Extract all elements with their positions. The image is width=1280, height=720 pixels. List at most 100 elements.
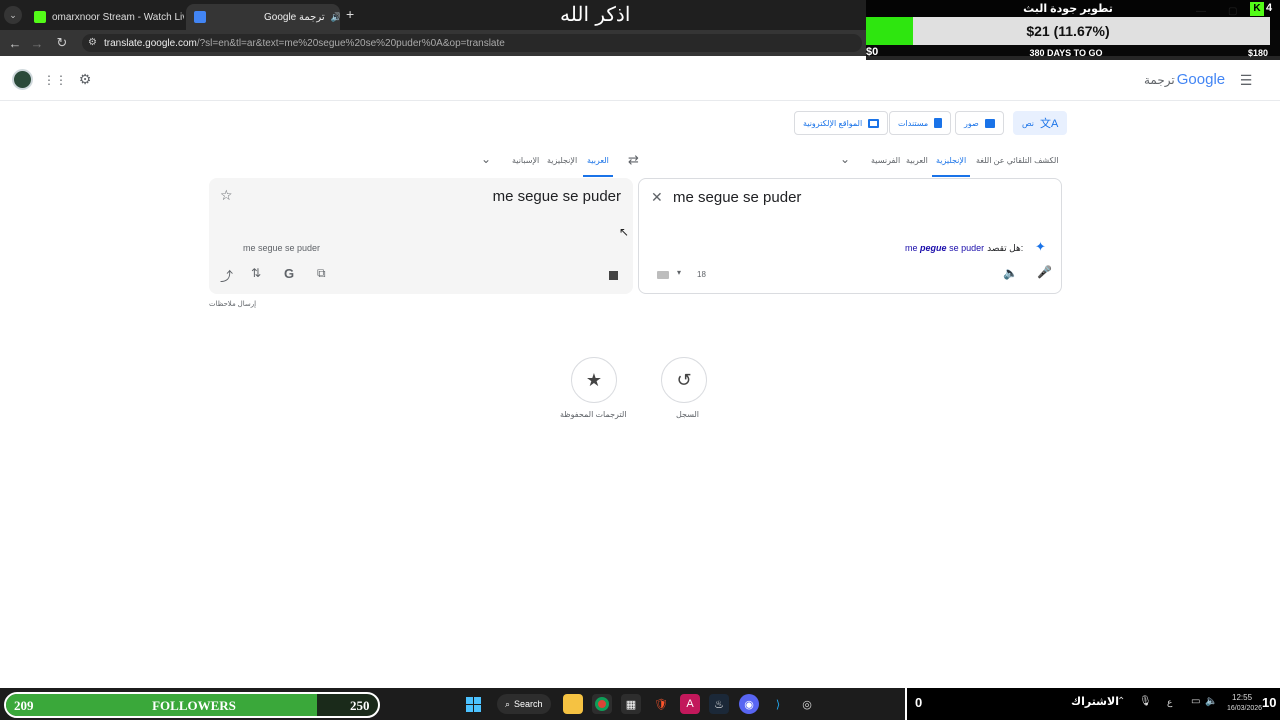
tray-chevron-icon[interactable]: ⌃ [1117,696,1125,707]
source-lang-dropdown-icon[interactable]: ⌄ [840,152,850,166]
stream-goal-overlay: تطوير جودة البث K 4 $21 (11.67%) $0 380 … [866,0,1280,60]
target-lang-english[interactable]: الإنجليزية [547,156,577,165]
menu-icon[interactable]: ☰ [1238,72,1254,88]
saved-translations-label: الترجمات المحفوظة [560,410,627,419]
swap-languages-icon[interactable]: ⇄ [628,152,639,168]
mode-text-label: نص [1022,118,1035,128]
settings-gear-icon[interactable]: ⚙ [76,70,94,88]
subs-label: الاشتراك [1071,696,1119,708]
app-a-icon[interactable]: A [680,694,700,714]
mode-documents-label: مستندات [898,118,929,128]
share-icon[interactable]: ⤴ [220,266,233,285]
history-icon: ↺ [676,369,692,390]
followers-goal-bar: 209 FOLLOWERS 250 [4,692,380,718]
google-logo: Google [1176,71,1226,88]
send-feedback-link[interactable]: إرسال ملاحظات [209,300,256,308]
account-avatar[interactable] [12,69,33,90]
tab-title: omarxnoor Stream - Watch Live [52,11,184,23]
tab-kick-stream[interactable]: omarxnoor Stream - Watch Live ✕ [26,4,184,30]
copy-icon[interactable]: ⧉ [317,266,326,281]
dhikr-overlay: اذكر الله [560,2,631,26]
target-lang-arabic[interactable]: العربية [587,156,609,165]
file-explorer-icon[interactable] [563,694,583,714]
site-info-icon[interactable]: ⚙ [88,37,97,48]
input-language[interactable]: ع [1167,697,1172,708]
clock-date[interactable]: 16/03/2026 [1227,705,1262,712]
steam-icon[interactable]: ♨ [709,694,729,714]
google-search-icon[interactable]: G [284,266,294,281]
source-lang-english[interactable]: الإنجليزية [936,156,966,165]
vscode-icon[interactable]: ⟩ [768,694,788,714]
kick-logo: K [1250,2,1264,16]
history-button[interactable]: ↺ [661,357,707,403]
suggestion-text[interactable]: me pegue se puder [905,243,984,254]
obs-icon[interactable]: ◎ [797,694,817,714]
discord-icon[interactable]: ◉ [739,694,759,714]
windows-logo-icon [465,696,481,712]
stop-audio-icon[interactable] [609,271,618,280]
subs-goal: 10 [1262,695,1277,710]
character-count: 18 [697,270,706,279]
new-tab-button[interactable]: + [346,6,354,22]
mode-text-button[interactable]: نص 文A [1013,111,1068,135]
taskbar-search[interactable]: ⌕ Search [497,694,551,714]
microphone-icon[interactable]: 🎤 [1037,265,1052,279]
clear-text-icon[interactable]: ✕ [651,189,663,206]
input-tools-dropdown-icon[interactable]: ▾ [677,268,681,277]
translated-text: me segue se puder [492,188,621,205]
sparkle-icon: ✦ [1035,239,1046,254]
audio-icon[interactable]: 🔊 [331,12,340,23]
rate-translation-icon[interactable]: ⇅ [251,266,261,280]
source-lang-french[interactable]: الفرنسية [871,156,900,165]
reload-button[interactable]: ↻ [53,34,71,52]
source-text-input[interactable]: me segue se puder [673,189,801,206]
search-label: Search [514,699,543,709]
did-you-mean-label: هل تقصد: [987,243,1024,253]
tab-search-button[interactable]: ⌄ [4,6,22,24]
volume-icon[interactable]: 🔈 [1205,696,1217,707]
did-you-mean[interactable]: me pegue se puder هل تقصد: [905,243,1023,254]
website-icon [868,118,880,128]
brave-icon[interactable]: 🛡 [651,694,671,714]
followers-label: FOLLOWERS [152,698,236,713]
goal-title: تطوير جودة البث [1023,3,1113,15]
history-label: السجل [676,410,700,419]
translation-panel: ☆ me segue se puder me segue se puder ⤴ … [209,178,633,294]
mode-documents-button[interactable]: مستندات [889,111,952,135]
mode-images-button[interactable]: صور [955,111,1004,135]
saved-translations-button[interactable]: ★ [571,357,617,403]
source-lang-underline [932,175,970,177]
search-icon: ⌕ [505,698,511,709]
url-host: translate.google.com [104,37,197,49]
apps-grid-icon[interactable]: ⋮⋮ [43,71,67,89]
address-bar[interactable]: ⚙ translate.google.com/?sl=en&tl=ar&text… [82,34,862,52]
translate-favicon-icon [194,11,206,23]
translate-wordmark: ترجمة [1144,73,1175,87]
start-button[interactable] [463,694,483,714]
translate-logo[interactable]: ترجمة Google [1144,71,1225,88]
kick-favicon-icon [34,11,46,23]
source-lang-detect[interactable]: الكشف التلقائي عن اللغة [976,156,1059,165]
mode-websites-button[interactable]: المواقع الإلكترونية [794,111,889,135]
mode-websites-label: المواقع الإلكترونية [803,118,863,128]
chrome-icon[interactable] [592,694,612,714]
target-lang-spanish[interactable]: الإسبانية [512,156,539,165]
save-translation-star-icon[interactable]: ☆ [220,187,233,204]
back-button[interactable]: ← [6,34,24,52]
clock-time[interactable]: 12:55 [1232,693,1252,702]
listen-source-icon[interactable]: 🔈 [1003,266,1018,280]
source-lang-arabic[interactable]: العربية [906,156,928,165]
mode-images-label: صور [964,118,979,128]
goal-max: $180 [1248,48,1269,58]
transliteration-text: me segue se puder [243,243,321,253]
goal-days: 380 DAYS TO GO [1029,48,1103,58]
tab-google-translate[interactable]: Google ترجمة 🔊 ✕ [186,4,340,30]
network-icon[interactable]: ▭ [1191,696,1200,707]
store-icon[interactable]: ▦ [621,694,641,714]
goal-track: $21 (11.67%) [866,17,1270,45]
keyboard-icon[interactable] [657,271,669,279]
forward-button[interactable]: → [28,34,46,52]
tray-mic-icon[interactable]: 🎙 [1139,696,1152,707]
image-icon [984,118,995,128]
target-lang-dropdown-icon[interactable]: ⌄ [481,152,491,166]
